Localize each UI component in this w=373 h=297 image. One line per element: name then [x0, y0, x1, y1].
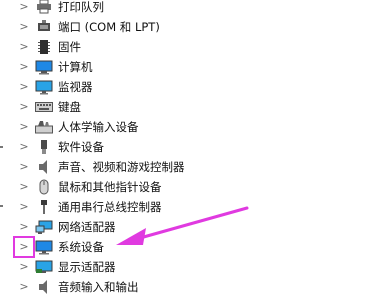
network-adapter-icon — [35, 219, 53, 235]
tree-item-label: 软件设备 — [58, 140, 104, 154]
tree-item-label: 打印队列 — [58, 0, 104, 14]
monitor-icon — [35, 79, 53, 95]
expand-chevron-icon[interactable]: > — [19, 277, 29, 297]
tree-item-software-devices[interactable]: > 软件设备 — [0, 137, 373, 157]
usb-icon — [35, 199, 53, 215]
tree-item-label: 人体学输入设备 — [58, 120, 139, 134]
expand-chevron-icon[interactable]: > — [19, 177, 29, 197]
tree-item-print-queues[interactable]: > 打印队列 — [0, 0, 373, 17]
expand-chevron-icon[interactable]: > — [19, 157, 29, 177]
tree-item-label: 系统设备 — [58, 240, 104, 254]
tree-item-label: 通用串行总线控制器 — [58, 200, 162, 214]
expand-chevron-icon[interactable]: > — [19, 57, 29, 77]
display-adapter-icon — [35, 259, 53, 275]
tree-item-system-devices[interactable]: > 系统设备 — [0, 237, 373, 257]
audio-io-icon — [35, 279, 53, 295]
expand-chevron-icon[interactable]: > — [19, 257, 29, 277]
edge-tick — [0, 205, 3, 207]
tree-item-firmware[interactable]: > 固件 — [0, 37, 373, 57]
tree-item-hid[interactable]: > 人体学输入设备 — [0, 117, 373, 137]
highlight-box — [13, 236, 35, 258]
tree-item-audio-io[interactable]: > 音频输入和输出 — [0, 277, 373, 297]
tree-item-label: 声音、视频和游戏控制器 — [58, 160, 185, 174]
system-device-icon — [35, 239, 53, 255]
tree-item-label: 固件 — [58, 40, 81, 54]
computer-icon — [35, 59, 53, 75]
tree-item-label: 键盘 — [58, 100, 81, 114]
expand-chevron-icon[interactable]: > — [19, 37, 29, 57]
tree-item-usb-controllers[interactable]: > 通用串行总线控制器 — [0, 197, 373, 217]
device-tree: > 打印队列 > 端口 (COM 和 LPT) > 固件 > 计算机 > 监视器… — [0, 0, 373, 297]
expand-chevron-icon[interactable]: > — [19, 217, 29, 237]
mouse-icon — [35, 179, 53, 195]
edge-tick — [0, 146, 3, 148]
tree-item-sound-video-game[interactable]: > 声音、视频和游戏控制器 — [0, 157, 373, 177]
software-device-icon — [35, 139, 53, 155]
tree-item-mice[interactable]: > 鼠标和其他指针设备 — [0, 177, 373, 197]
expand-chevron-icon[interactable]: > — [19, 197, 29, 217]
tree-item-label: 网络适配器 — [58, 220, 116, 234]
tree-item-label: 监视器 — [58, 80, 93, 94]
expand-chevron-icon[interactable]: > — [19, 97, 29, 117]
tree-item-computer[interactable]: > 计算机 — [0, 57, 373, 77]
expand-chevron-icon[interactable]: > — [19, 77, 29, 97]
printer-icon — [35, 0, 53, 15]
tree-item-label: 端口 (COM 和 LPT) — [58, 20, 160, 34]
firmware-icon — [35, 39, 53, 55]
speaker-icon — [35, 159, 53, 175]
tree-item-monitors[interactable]: > 监视器 — [0, 77, 373, 97]
expand-chevron-icon[interactable]: > — [19, 137, 29, 157]
tree-item-display-adapters[interactable]: > 显示适配器 — [0, 257, 373, 277]
keyboard-icon — [35, 99, 53, 115]
hid-icon — [35, 119, 53, 135]
tree-item-keyboards[interactable]: > 键盘 — [0, 97, 373, 117]
tree-item-network-adapters[interactable]: > 网络适配器 — [0, 217, 373, 237]
expand-chevron-icon[interactable]: > — [19, 117, 29, 137]
tree-item-label: 音频输入和输出 — [58, 280, 139, 294]
expand-chevron-icon[interactable]: > — [19, 17, 29, 37]
expand-chevron-icon[interactable]: > — [19, 0, 29, 17]
tree-item-label: 计算机 — [58, 60, 93, 74]
port-icon — [35, 19, 53, 35]
tree-item-label: 显示适配器 — [58, 260, 116, 274]
tree-item-ports[interactable]: > 端口 (COM 和 LPT) — [0, 17, 373, 37]
tree-item-label: 鼠标和其他指针设备 — [58, 180, 162, 194]
